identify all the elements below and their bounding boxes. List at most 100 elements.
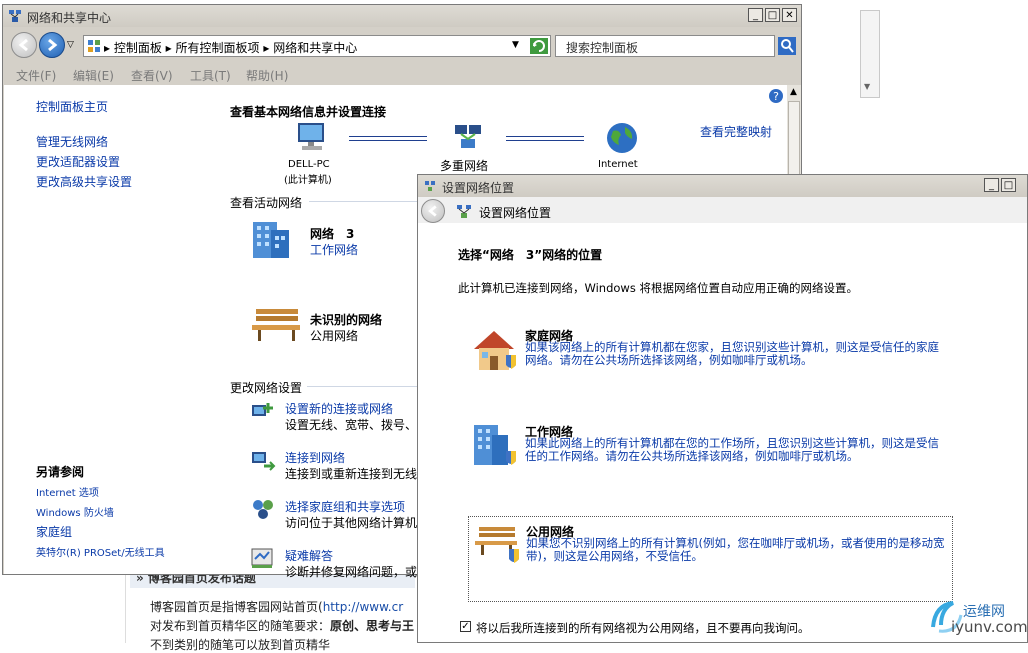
back-button[interactable] bbox=[11, 32, 37, 58]
internet-globe-icon bbox=[607, 123, 637, 153]
menu-bar: 文件(F) 编辑(E) 查看(V) 工具(T) 帮助(H) bbox=[3, 63, 801, 85]
location-intro: 此计算机已连接到网络，Windows 将根据网络位置自动应用正确的网络设置。 bbox=[458, 281, 858, 295]
dialog-maximize-button[interactable]: □ bbox=[1001, 178, 1016, 192]
public-network-icon bbox=[475, 527, 519, 563]
see-also-firewall[interactable]: Windows 防火墙 bbox=[36, 504, 114, 519]
treat-all-public-label[interactable]: 将以后我所连接到的所有网络视为公用网络，且不要再向我询问。 bbox=[476, 620, 810, 636]
treat-all-public-checkbox[interactable]: ✓ bbox=[460, 621, 471, 632]
node-multiple-networks[interactable]: 多重网络 bbox=[440, 157, 488, 174]
search-icon[interactable] bbox=[778, 37, 796, 55]
dialog-header-network-icon bbox=[457, 205, 471, 218]
help-icon[interactable]: ? bbox=[768, 88, 784, 104]
option-work-network[interactable]: 工作网络 如果此网络上的所有计算机都在您的工作场所，且您识别这些计算机，则这是受… bbox=[468, 417, 953, 503]
home-network-desc: 如果该网络上的所有计算机都在您家，且您识别这些计算机，则这是受信任的家庭网络。请… bbox=[525, 340, 939, 367]
breadcrumb: ▸ 控制面板 ▸ 所有控制面板项 ▸ 网络和共享中心 bbox=[104, 41, 358, 55]
network-window-icon bbox=[9, 10, 21, 22]
menu-edit[interactable]: 编辑(E) bbox=[73, 67, 114, 84]
breadcrumb-all-items[interactable]: 所有控制面板项 bbox=[176, 41, 260, 55]
multiple-networks-icon bbox=[455, 125, 481, 148]
home-network-icon bbox=[474, 331, 516, 370]
unidentified-network-name: 未识别的网络 bbox=[310, 313, 383, 327]
network-3-type-link[interactable]: 工作网络 bbox=[310, 241, 358, 258]
dialog-minimize-button[interactable]: _ bbox=[984, 178, 999, 192]
dialog-back-arrow-icon bbox=[428, 205, 437, 217]
set-network-location-window: 设置网络位置 _ □ 设置网络位置 选择“网络 3”网络的位置 此计算机已连接到… bbox=[417, 174, 1028, 643]
background-scroll-down-icon[interactable]: ▼ bbox=[864, 82, 870, 91]
connection-line-1 bbox=[349, 136, 427, 141]
network-3-name: 网络 3 bbox=[310, 227, 355, 241]
forward-button[interactable] bbox=[39, 32, 65, 58]
see-also-intel-proset[interactable]: 英特尔(R) PROSet/无线工具 bbox=[36, 544, 165, 559]
background-blog-line-1: 博客园首页是指博客园网站首页(http://www.cr bbox=[150, 598, 403, 615]
forward-arrow-icon bbox=[48, 38, 58, 52]
sidebar-advanced-sharing[interactable]: 更改高级共享设置 bbox=[36, 173, 132, 190]
network-location-window-icon bbox=[425, 181, 435, 191]
main-window-title: 网络和共享中心 bbox=[27, 11, 112, 25]
maximize-button[interactable]: □ bbox=[765, 8, 780, 22]
node-internet: Internet bbox=[598, 159, 638, 170]
work-network-building-icon bbox=[253, 222, 289, 258]
option-home-network[interactable]: 家庭网络 如果该网络上的所有计算机都在您家，且您识别这些计算机，则这是受信任的家… bbox=[468, 321, 953, 407]
dialog-content: 选择“网络 3”网络的位置 此计算机已连接到网络，Windows 将根据网络位置… bbox=[418, 223, 1027, 642]
task-setup-connection-link[interactable]: 设置新的连接或网络 bbox=[285, 400, 393, 417]
task-connect-network-desc: 连接到或重新连接到无线 bbox=[285, 467, 418, 481]
computer-icon bbox=[298, 123, 324, 150]
troubleshoot-icon bbox=[251, 548, 273, 568]
public-network-desc: 如果您不识别网络上的所有计算机(例如，您在咖啡厅或机场，或者使用的是移动宽带)，… bbox=[526, 536, 945, 563]
breadcrumb-control-panel[interactable]: 控制面板 bbox=[114, 41, 162, 55]
menu-tools[interactable]: 工具(T) bbox=[190, 67, 231, 84]
recent-pages-chevron-icon[interactable]: ▽ bbox=[67, 40, 74, 50]
task-homegroup-desc: 访问位于其他网络计算机 bbox=[285, 516, 418, 530]
breadcrumb-network-center[interactable]: 网络和共享中心 bbox=[273, 41, 357, 55]
task-connect-network-link[interactable]: 连接到网络 bbox=[285, 449, 345, 466]
svg-text:?: ? bbox=[773, 90, 779, 103]
dialog-back-button[interactable] bbox=[421, 199, 445, 223]
dialog-header-title: 设置网络位置 bbox=[479, 206, 552, 220]
close-button[interactable]: ✕ bbox=[782, 8, 797, 22]
menu-file[interactable]: 文件(F) bbox=[16, 67, 56, 84]
address-dropdown-icon[interactable]: ▼ bbox=[512, 40, 519, 50]
option-public-network[interactable]: 公用网络 如果您不识别网络上的所有计算机(例如，您在咖啡厅或机场，或者使用的是移… bbox=[468, 516, 953, 602]
address-bar[interactable]: ▸ 控制面板 ▸ 所有控制面板项 ▸ 网络和共享中心 ▼ bbox=[83, 35, 551, 57]
background-browser-panel bbox=[805, 0, 1028, 175]
change-settings-title: 更改网络设置 bbox=[230, 381, 303, 395]
sidebar-adapter-settings[interactable]: 更改适配器设置 bbox=[36, 153, 120, 170]
dialog-title-bar[interactable]: 设置网络位置 _ □ bbox=[418, 175, 1027, 197]
main-title-bar[interactable]: 网络和共享中心 _ □ ✕ bbox=[3, 5, 801, 27]
background-line1-text: 博客园首页是指博客园网站首页( bbox=[150, 600, 323, 614]
back-arrow-icon bbox=[18, 38, 28, 52]
refresh-icon[interactable] bbox=[530, 38, 548, 54]
new-connection-icon bbox=[252, 403, 273, 416]
connection-line-2 bbox=[506, 136, 584, 141]
search-input[interactable]: 搜索控制面板 bbox=[555, 35, 775, 57]
menu-view[interactable]: 查看(V) bbox=[131, 67, 173, 84]
view-full-map-link[interactable]: 查看完整映射 bbox=[700, 123, 772, 140]
minimize-button[interactable]: _ bbox=[748, 8, 763, 22]
task-homegroup-link[interactable]: 选择家庭组和共享选项 bbox=[285, 498, 405, 515]
basic-info-heading: 查看基本网络信息并设置连接 bbox=[230, 105, 387, 119]
navigation-bar: ▽ ▸ 控制面板 ▸ 所有控制面板项 ▸ 网络和共享中心 ▼ 搜索控制面板 bbox=[3, 29, 801, 63]
watermark-en: iyunv.com bbox=[951, 618, 1028, 636]
active-divider bbox=[309, 201, 419, 202]
task-troubleshoot-link[interactable]: 疑难解答 bbox=[285, 547, 333, 564]
work-network-desc: 如果此网络上的所有计算机都在您的工作场所，且您识别这些计算机，则这是受信任的工作… bbox=[525, 436, 939, 463]
work-network-icon bbox=[474, 425, 516, 465]
change-divider bbox=[307, 386, 419, 387]
sidebar-manage-wireless[interactable]: 管理无线网络 bbox=[36, 133, 108, 150]
background-blog-line-2: 对发布到首页精华区的随笔要求：原创、思考与王 bbox=[150, 617, 414, 634]
task-troubleshoot-desc: 诊断并修复网络问题，或 bbox=[285, 565, 418, 579]
see-also-internet-options[interactable]: Internet 选项 bbox=[36, 484, 99, 499]
homegroup-icon bbox=[253, 500, 273, 519]
node-computer-sub: (此计算机) bbox=[284, 175, 332, 186]
sidebar-control-panel-home[interactable]: 控制面板主页 bbox=[36, 98, 108, 115]
node-computer-name: DELL-PC bbox=[288, 159, 330, 170]
see-also-homegroup[interactable]: 家庭组 bbox=[36, 523, 72, 540]
active-networks-title: 查看活动网络 bbox=[230, 196, 303, 210]
connect-network-icon bbox=[252, 452, 276, 471]
control-panel-icon bbox=[88, 40, 100, 52]
scroll-up-icon[interactable]: ▲ bbox=[790, 87, 797, 97]
see-also-title: 另请参阅 bbox=[36, 465, 85, 479]
background-line1-link[interactable]: http://www.cr bbox=[323, 600, 403, 614]
location-question: 选择“网络 3”网络的位置 bbox=[458, 248, 603, 262]
menu-help[interactable]: 帮助(H) bbox=[246, 67, 288, 84]
